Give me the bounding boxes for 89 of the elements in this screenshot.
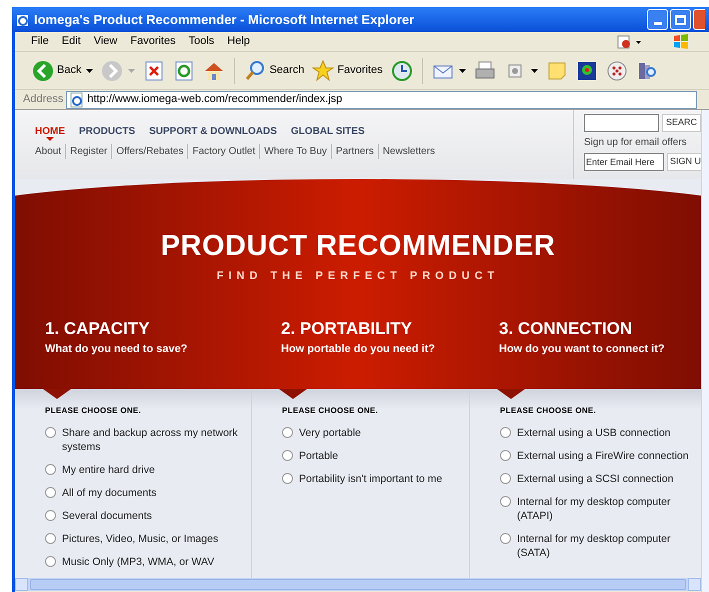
maximize-button[interactable] [670,9,691,30]
option-label: External using a USB connection [517,426,672,440]
nav-link[interactable]: SUPPORT & DOWNLOADS [149,124,277,139]
step-question: How do you want to connect it? [499,342,666,357]
option-label: Very portable [299,426,362,440]
menu-item[interactable]: File [31,33,49,50]
refresh-icon [173,60,196,82]
address-label: Address [23,92,64,108]
nav-link[interactable]: Where To Buy [259,144,327,159]
nav-link[interactable]: HOME [35,124,65,139]
choose-prompt: PLEASE CHOOSE ONE. [282,405,380,417]
option-label: Pictures, Video, Music, or Images [62,532,220,546]
step-question: How portable do you need it? [281,342,436,357]
option-label: Portable [299,449,340,463]
option-label: Music Only (MP3, WMA, or WAV [62,555,216,569]
nav-link[interactable]: Partners [330,144,374,159]
hero-title: PRODUCT RECOMMENDER [160,228,556,264]
dotted-circle-icon [606,60,628,82]
option-label: My entire hard drive [62,463,156,477]
menu-item[interactable]: Favorites [130,33,176,50]
radio-button[interactable] [500,450,511,461]
email-field[interactable]: Enter Email Here [584,153,664,171]
printer-icon [474,60,496,82]
radio-button[interactable] [45,556,56,567]
email-signup-label: Sign up for email offers [584,136,688,150]
option-label: Portability isn't important to me [299,472,444,486]
menu-item[interactable]: View [94,33,118,50]
star-icon [312,60,334,82]
radio-button[interactable] [282,427,293,438]
option-label: All of my documents [62,486,158,500]
choose-prompt: PLEASE CHOOSE ONE. [500,405,598,417]
option-label: Share and backup across my network systems [62,426,239,454]
close-button[interactable] [693,9,705,30]
radio-button[interactable] [500,473,511,484]
radio-button[interactable] [45,427,56,438]
toolbar-button[interactable]: Search [243,56,306,86]
toolbar-icon[interactable] [617,34,643,48]
option-label: External using a FireWire connection [517,449,690,463]
site-search-submit[interactable]: SEARC [662,114,701,132]
nav-link[interactable]: Register [65,144,108,159]
menu-item[interactable]: Tools [188,33,214,50]
nav-link[interactable]: About [35,144,62,159]
windows-logo-icon [673,34,689,50]
option-label: Several documents [62,509,153,523]
nav-link[interactable]: PRODUCTS [79,124,136,139]
nav-link[interactable]: Offers/Rebates [111,144,184,159]
vertical-scrollbar[interactable] [701,110,709,592]
sign-up-button[interactable]: SIGN U [667,153,701,171]
step-title: 3. CONNECTION [499,319,634,339]
radio-button[interactable] [500,427,511,438]
step-title: 2. PORTABILITY [281,319,413,339]
option-label: Internal for my desktop computer (ATAPI) [517,495,672,523]
browser-icon [16,12,30,26]
clock-icon [390,60,413,82]
search-icon [244,60,266,82]
option-label: External using a SCSI connection [517,472,674,486]
radio-button[interactable] [45,510,56,521]
radio-button[interactable] [45,533,56,544]
hero-subtitle: FIND THE PERFECT PRODUCT [216,269,500,284]
option-label: Internal for my desktop computer (SATA) [517,532,672,560]
nav-link[interactable]: Factory Outlet [187,144,256,159]
note-icon [546,60,568,82]
flower-icon [576,60,598,82]
window-title: Iomega's Product Recommender - Microsoft Internet Explorer [34,10,414,29]
radio-button[interactable] [45,487,56,498]
address-field[interactable]: http://www.iomega-web.com/recommender/index.jsp [66,90,697,108]
nav-link[interactable]: Newsletters [378,144,435,159]
radio-button[interactable] [500,533,511,544]
menu-item[interactable]: Edit [62,33,81,50]
search-field[interactable] [584,114,659,132]
radio-button[interactable] [282,450,293,461]
toolbar-button[interactable]: Favorites [311,56,384,86]
dropdown-arrow-icon [458,68,466,72]
page-icon [69,92,86,108]
nav-link[interactable]: GLOBAL SITES [290,124,365,139]
minimize-button[interactable] [647,9,668,30]
step-question: What do you need to save? [45,342,188,357]
radio-button[interactable] [282,473,293,484]
choose-prompt: PLEASE CHOOSE ONE. [45,405,142,417]
dropdown-arrow-icon [530,68,538,72]
menu-item[interactable]: Help [227,33,250,50]
dropdown-arrow-icon [128,68,136,72]
toolbar-button[interactable]: Back [31,56,94,86]
step-title: 1. CAPACITY [45,319,151,339]
radio-button[interactable] [500,496,511,507]
stop-icon [143,60,166,82]
dropdown-arrow-icon [86,68,94,72]
horizontal-scrollbar[interactable] [15,578,701,591]
radio-button[interactable] [45,464,56,475]
